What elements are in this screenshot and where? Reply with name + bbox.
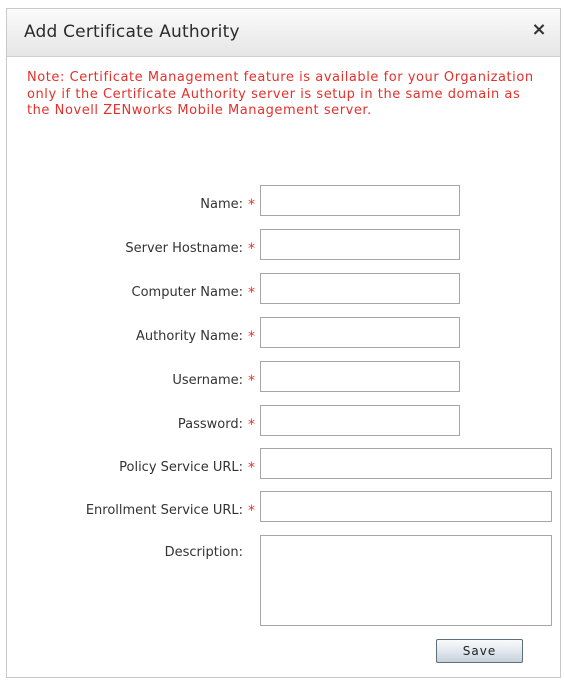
username-input[interactable] [260, 361, 460, 392]
dialog-titlebar: Add Certificate Authority × [7, 9, 560, 57]
authority-name-label: Authority Name: [135, 329, 243, 344]
name-label: Name: [200, 197, 243, 212]
description-textarea[interactable] [260, 535, 552, 626]
computer-name-input[interactable] [260, 273, 460, 304]
policy-service-url-input[interactable] [260, 448, 552, 479]
password-input[interactable] [260, 405, 460, 436]
dialog-title: Add Certificate Authority [24, 22, 240, 42]
certificate-note: Note: Certificate Management feature is … [27, 70, 534, 118]
close-icon[interactable]: × [528, 19, 550, 41]
computer-name-label: Computer Name: [131, 285, 244, 300]
description-label: Description: [164, 545, 243, 560]
username-label: Username: [172, 373, 243, 388]
server-hostname-label: Server Hostname: [125, 241, 243, 256]
required-marker: * [248, 460, 255, 476]
required-marker: * [248, 285, 255, 301]
password-label: Password: [177, 417, 243, 432]
required-marker: * [248, 503, 255, 519]
server-hostname-input[interactable] [260, 229, 460, 260]
required-marker: * [248, 417, 255, 433]
required-marker: * [248, 197, 255, 213]
required-marker: * [248, 329, 255, 345]
required-marker: * [248, 241, 255, 257]
enrollment-service-url-label: Enrollment Service URL: [85, 503, 243, 518]
policy-service-url-label: Policy Service URL: [119, 460, 243, 475]
authority-name-input[interactable] [260, 317, 460, 348]
enrollment-service-url-input[interactable] [260, 491, 552, 522]
add-certificate-authority-dialog: Add Certificate Authority × Note: Certif… [6, 8, 561, 678]
name-input[interactable] [260, 185, 460, 216]
save-button[interactable]: Save [436, 639, 523, 663]
required-marker: * [248, 373, 255, 389]
